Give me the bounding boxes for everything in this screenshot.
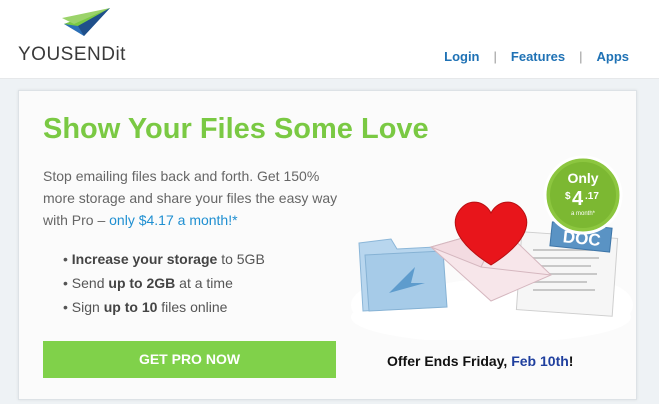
badge-only: Only xyxy=(567,170,598,186)
promo-headline: Show Your Files Some Love xyxy=(43,113,429,145)
get-pro-now-button[interactable]: GET PRO NOW xyxy=(43,341,336,378)
feature-text: files online xyxy=(157,299,228,315)
site-header: YOUSENDit Login | Features | Apps xyxy=(0,0,659,79)
promo-description: Stop emailing files back and forth. Get … xyxy=(43,165,343,231)
feature-item-storage: • Increase your storage to 5GB xyxy=(63,251,265,267)
price-badge: Only $ 4 .17 a month* xyxy=(543,155,623,235)
badge-dollar: $ xyxy=(565,191,571,202)
badge-cents: .17 xyxy=(585,191,599,202)
logo-text: YOUSENDit xyxy=(18,44,126,65)
feature-text: Send xyxy=(71,275,109,291)
feature-text: to 5GB xyxy=(217,251,265,267)
promo-illustration: DOC Only $ 4 .17 a month* xyxy=(351,155,633,340)
feature-bold: up to 2GB xyxy=(108,275,176,291)
feature-list: • Increase your storage to 5GB • Send up… xyxy=(63,247,265,319)
offer-suffix: ! xyxy=(568,353,574,369)
nav-separator: | xyxy=(579,49,583,64)
offer-text: Offer Ends Friday, Feb 10th! xyxy=(387,353,573,369)
feature-text: at a time xyxy=(175,275,233,291)
feature-text: Sign xyxy=(71,299,104,315)
paper-plane-icon xyxy=(62,8,110,36)
nav-login-link[interactable]: Login xyxy=(444,49,479,64)
feature-item-sign: • Sign up to 10 files online xyxy=(63,299,228,315)
badge-amount: 4 xyxy=(572,188,584,210)
nav-separator: | xyxy=(493,49,497,64)
offer-prefix: Offer Ends Friday, xyxy=(387,353,512,369)
yousendit-logo[interactable]: YOUSENDit xyxy=(18,6,128,68)
feature-bold: up to 10 xyxy=(103,299,158,315)
nav-features-link[interactable]: Features xyxy=(511,49,565,64)
badge-per: a month* xyxy=(571,211,596,217)
offer-date: Feb 10th xyxy=(511,353,569,369)
feature-item-send: • Send up to 2GB at a time xyxy=(63,275,233,291)
price-link[interactable]: only $4.17 a month!* xyxy=(109,212,237,228)
nav-apps-link[interactable]: Apps xyxy=(597,49,630,64)
promo-panel: Show Your Files Some Love Stop emailing … xyxy=(18,90,637,400)
feature-bold: Increase your storage xyxy=(71,251,218,267)
top-nav: Login | Features | Apps xyxy=(444,49,629,64)
